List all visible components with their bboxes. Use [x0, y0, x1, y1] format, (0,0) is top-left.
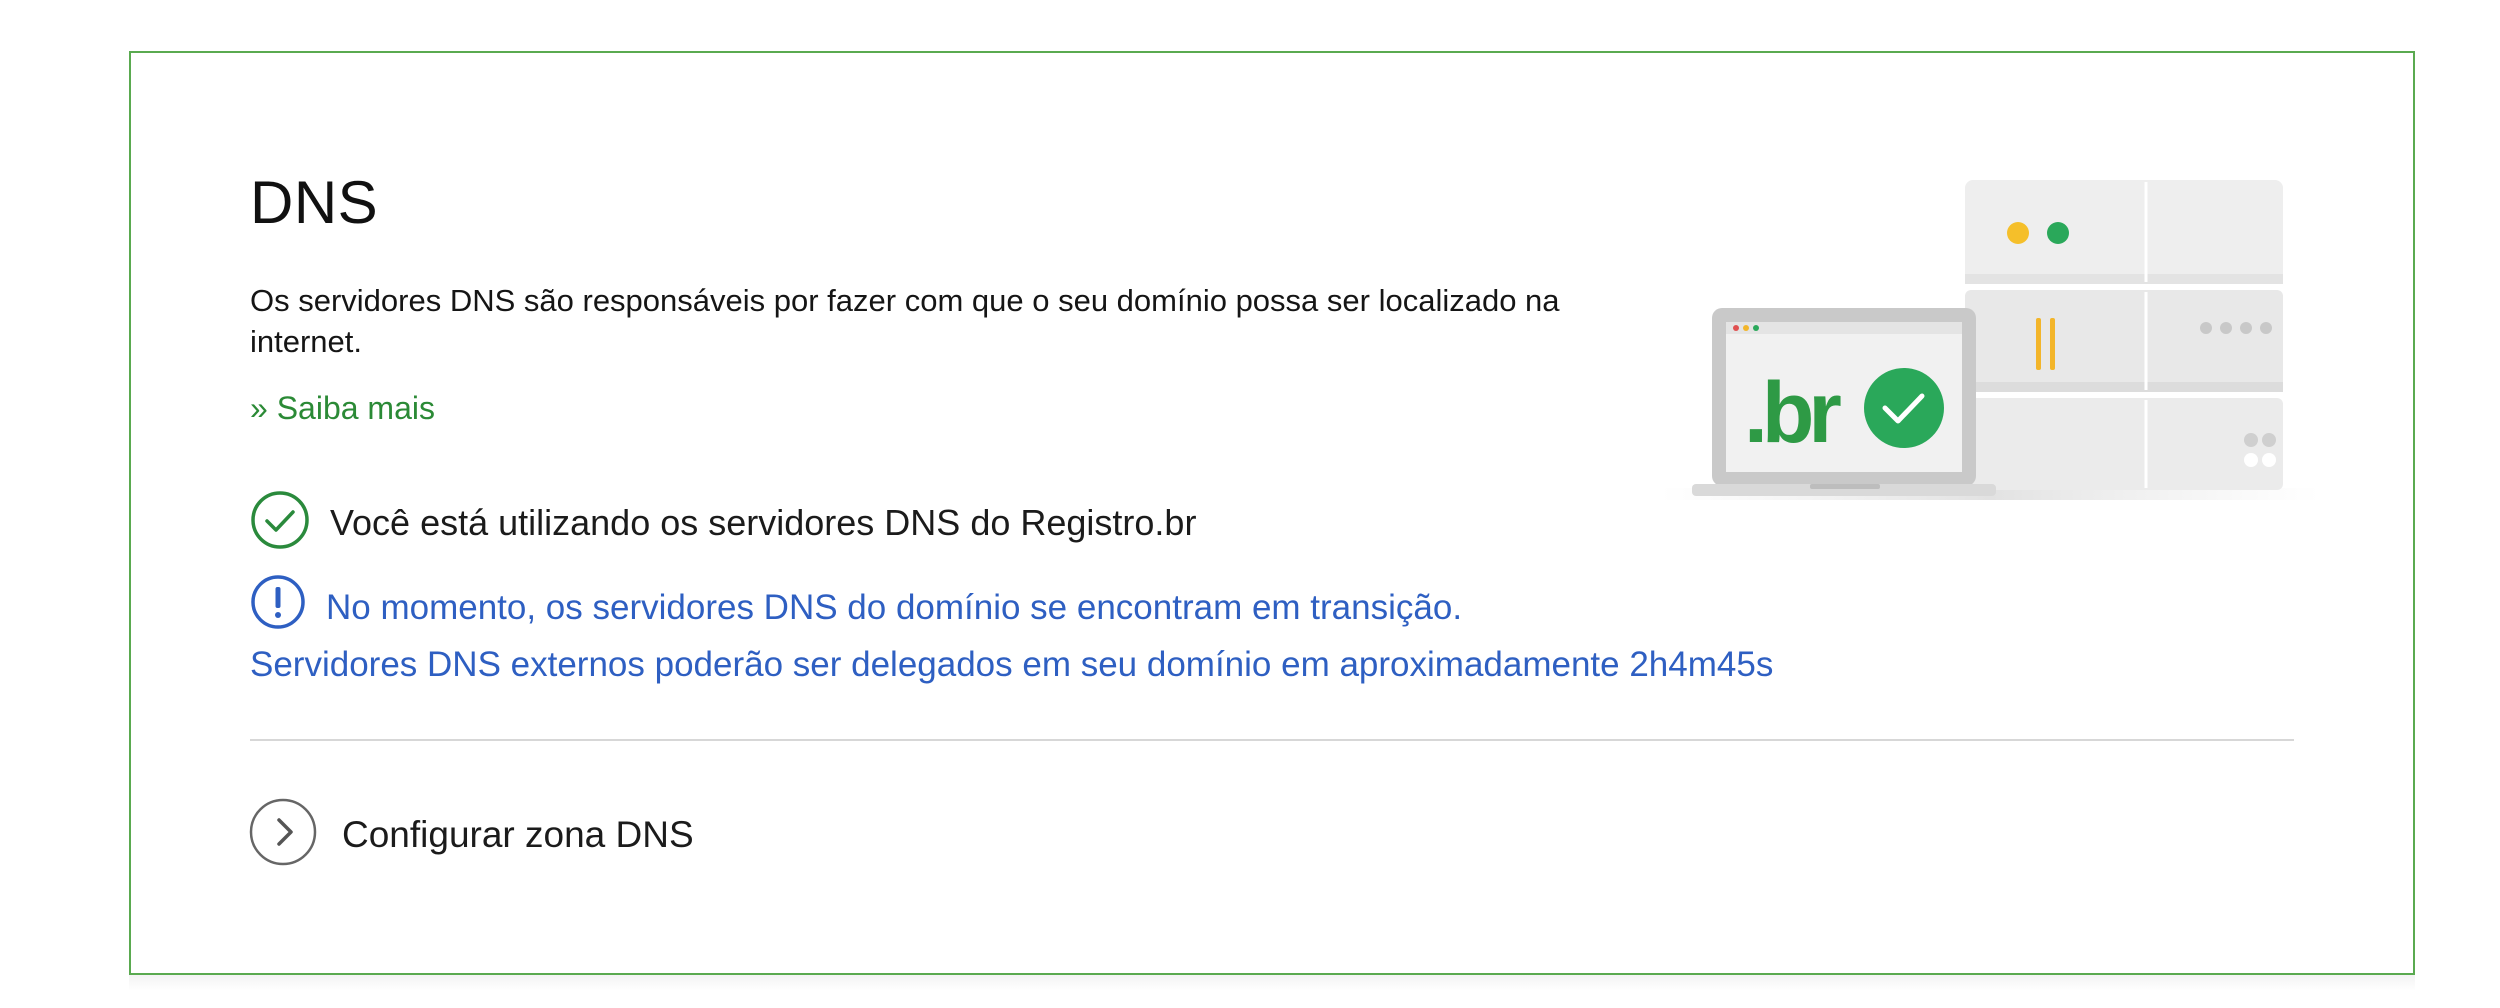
svg-text:.br: .br [1744, 365, 1841, 461]
exclamation-circle-icon [250, 574, 306, 642]
check-circle-icon [250, 490, 310, 555]
notice-line-1: No momento, os servidores DNS do domínio… [326, 588, 1463, 627]
card-shadow [129, 975, 2415, 991]
dns-illustration: .br [1660, 170, 2320, 515]
status-message: Você está utilizando os servidores DNS d… [330, 501, 1197, 543]
configure-dns-zone-label[interactable]: Configurar zona DNS [342, 814, 694, 856]
dns-status: Você está utilizando os servidores DNS d… [250, 490, 1196, 555]
configure-dns-zone-button[interactable]: Configurar zona DNS [248, 797, 694, 872]
page-title: DNS [250, 169, 379, 236]
dns-description: Os servidores DNS são responsáveis por f… [250, 283, 1560, 359]
notice-line-2: Servidores DNS externos poderão ser dele… [250, 645, 1774, 684]
learn-more-link[interactable]: » Saiba mais [250, 390, 435, 427]
divider [250, 739, 2294, 741]
transition-notice: No momento, os servidores DNS do domínio… [250, 574, 1773, 688]
chevron-right-circle-icon[interactable] [248, 797, 318, 872]
